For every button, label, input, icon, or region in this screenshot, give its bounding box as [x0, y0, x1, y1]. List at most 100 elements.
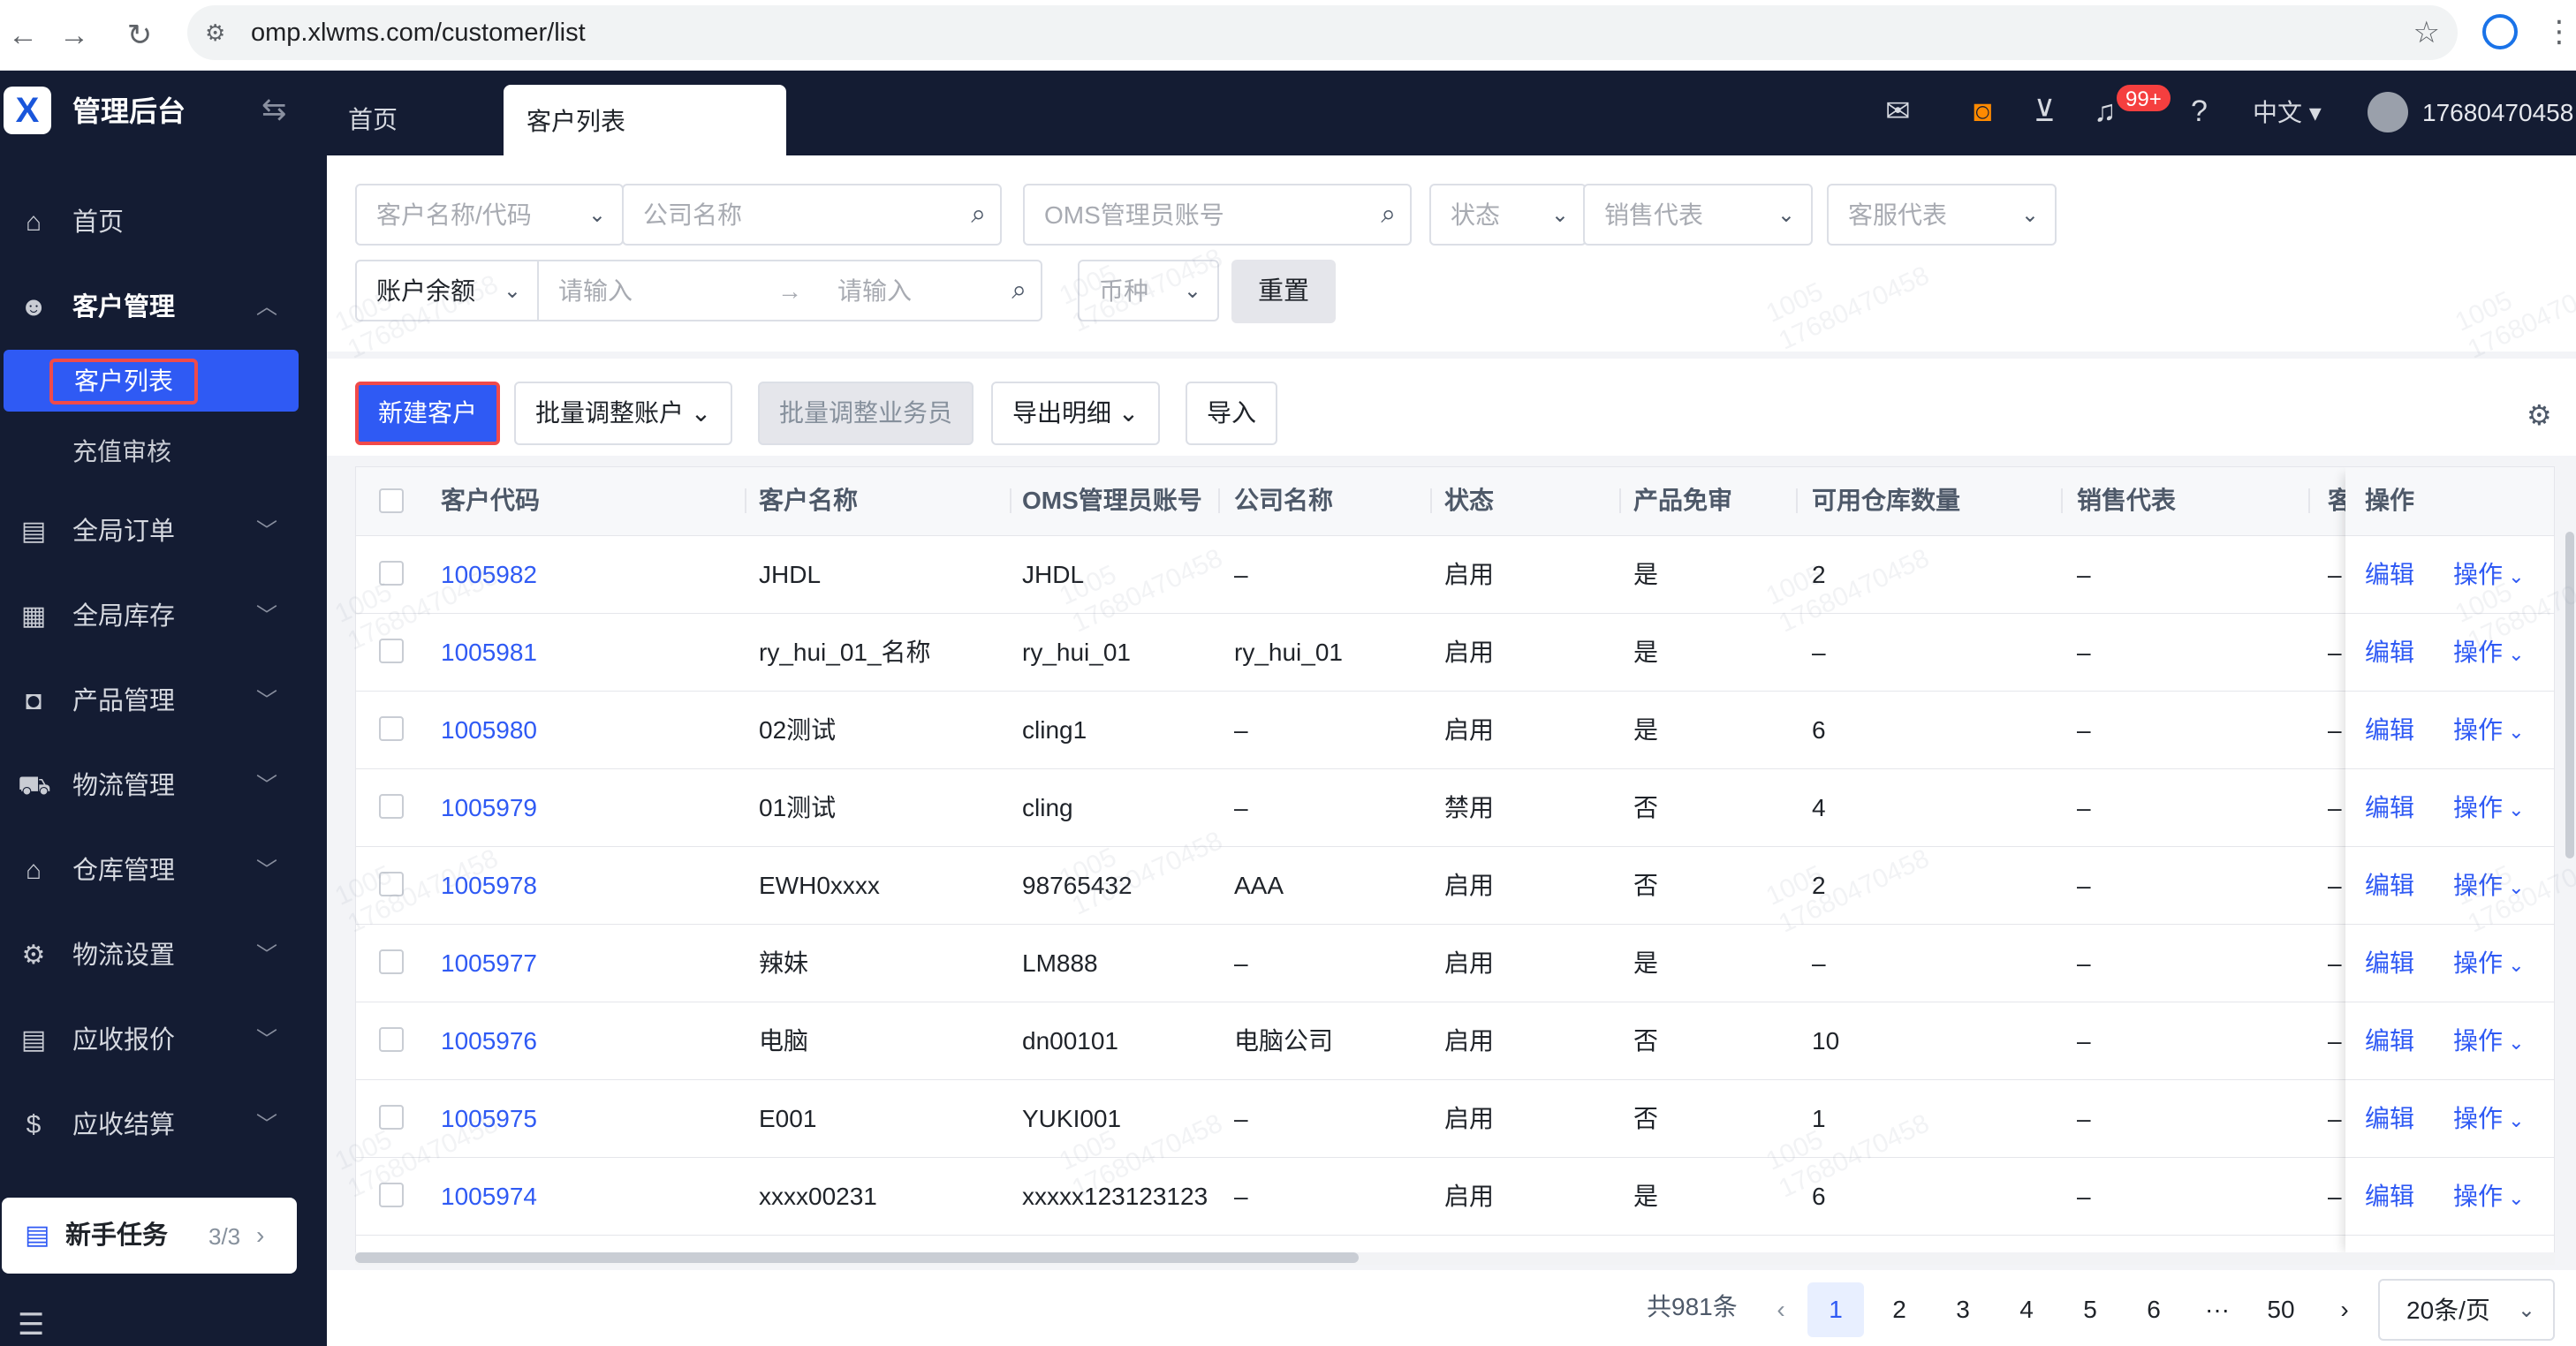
customer-code-link[interactable]: 1005982 [441, 557, 537, 593]
bookmark-star-icon[interactable]: ☆ [2413, 16, 2440, 49]
edit-link[interactable]: 编辑 [2365, 635, 2414, 670]
customer-code-link[interactable]: 1005976 [441, 1024, 537, 1059]
column-divider[interactable] [1218, 488, 1220, 513]
new-customer-button[interactable]: 新建客户 [355, 382, 501, 445]
address-bar[interactable]: ⚙ omp.xlwms.com/customer/list ☆ [187, 5, 2458, 60]
operations-dropdown[interactable]: 操作 ⌄ [2453, 868, 2525, 905]
sidebar-item-logistics[interactable]: ⛟ 物流管理 ﹀ [0, 754, 327, 818]
customer-code-link[interactable]: 1005974 [441, 1179, 537, 1214]
page-5[interactable]: 5 [2062, 1282, 2118, 1337]
sidebar-item-receivable-settlement[interactable]: $ 应收结算 ﹀ [0, 1093, 327, 1157]
site-settings-icon[interactable]: ⚙ [205, 18, 235, 48]
export-details-button[interactable]: 导出明细 ⌄ [991, 382, 1161, 445]
reload-icon[interactable]: ↻ [117, 12, 163, 58]
customer-select[interactable]: 客户名称/代码 ⌄ [355, 184, 624, 246]
bell-icon[interactable]: ♫ [2094, 92, 2117, 131]
sidebar-item-logistics-settings[interactable]: ⚙ 物流设置 ﹀ [0, 924, 327, 987]
column-header[interactable]: OMS管理员账号 [1022, 483, 1202, 518]
sidebar-item-customers[interactable]: ☻ 客户管理 ︿ [0, 276, 327, 339]
search-icon[interactable]: ⌕ [971, 196, 986, 233]
column-header[interactable]: 销售代表 [2077, 483, 2176, 518]
forward-icon[interactable]: → [51, 12, 97, 58]
company-search-input[interactable]: 公司名称 ⌕ [622, 184, 1002, 246]
import-button[interactable]: 导入 [1186, 382, 1278, 445]
balance-type-select[interactable]: 账户余额 ⌄ [355, 260, 539, 321]
edit-link[interactable]: 编辑 [2365, 1179, 2414, 1214]
row-checkbox[interactable] [379, 872, 404, 896]
column-divider[interactable] [1796, 488, 1798, 513]
sidebar-item-inventory[interactable]: ▦ 全局库存 ﹀ [0, 585, 327, 648]
page-size-select[interactable]: 20条/页 ⌄ [2378, 1279, 2555, 1341]
page-ellipsis[interactable]: ··· [2189, 1282, 2246, 1337]
operations-dropdown[interactable]: 操作 ⌄ [2453, 946, 2525, 983]
username[interactable]: 17680470458 [2422, 95, 2573, 131]
operations-dropdown[interactable]: 操作 ⌄ [2453, 790, 2525, 828]
edit-link[interactable]: 编辑 [2365, 713, 2414, 748]
language-selector[interactable]: 中文 ▾ [2253, 95, 2322, 131]
help-icon[interactable]: ? [2191, 92, 2208, 131]
sidebar-subitem-recharge-review[interactable]: 充值审核 [0, 420, 327, 482]
url-text[interactable]: omp.xlwms.com/customer/list [251, 16, 586, 49]
sidebar-item-receivable-quote[interactable]: ▤ 应收报价 ﹀ [0, 1009, 327, 1072]
row-checkbox[interactable] [379, 949, 404, 974]
sales-rep-select[interactable]: 销售代表 ⌄ [1583, 184, 1813, 246]
search-icon[interactable]: ⌕ [1011, 272, 1027, 309]
browser-profile-icon[interactable] [2482, 14, 2518, 49]
next-page-icon[interactable]: › [2316, 1282, 2373, 1337]
column-header[interactable]: 产品免审 [1633, 483, 1732, 518]
horizontal-scrollbar-thumb[interactable] [355, 1252, 1359, 1263]
balance-range-input[interactable]: 请输入 → 请输入 ⌕ [537, 260, 1042, 321]
tab-customer-list[interactable]: 客户列表 [504, 85, 786, 155]
avatar[interactable] [2368, 92, 2408, 132]
row-checkbox[interactable] [379, 794, 404, 819]
edit-link[interactable]: 编辑 [2365, 790, 2414, 826]
page-4[interactable]: 4 [1998, 1282, 2055, 1337]
column-header[interactable]: 可用仓库数量 [1812, 483, 1960, 518]
sidebar-item-products[interactable]: ◘ 产品管理 ﹀ [0, 669, 327, 733]
sidebar-item-warehouse[interactable]: ⌂ 仓库管理 ﹀ [0, 839, 327, 903]
column-divider[interactable] [1010, 488, 1011, 513]
sidebar-item-orders[interactable]: ▤ 全局订单 ﹀ [0, 500, 327, 563]
customer-code-link[interactable]: 1005979 [441, 790, 537, 826]
download-icon[interactable]: ⊻ [2034, 92, 2056, 131]
page-6[interactable]: 6 [2125, 1282, 2182, 1337]
customer-code-link[interactable]: 1005980 [441, 713, 537, 748]
column-settings-icon[interactable]: ⚙ [2527, 399, 2552, 431]
min-input[interactable]: 请输入 [558, 274, 633, 309]
operations-dropdown[interactable]: 操作 ⌄ [2453, 1101, 2525, 1138]
sidebar-item-home[interactable]: ⌂ 首页 [0, 191, 327, 254]
page-50[interactable]: 50 [2253, 1282, 2309, 1337]
operations-dropdown[interactable]: 操作 ⌄ [2453, 557, 2525, 594]
page-3[interactable]: 3 [1935, 1282, 1991, 1337]
sidebar-collapse-icon[interactable]: ⇆ [261, 92, 287, 127]
column-divider[interactable] [1430, 488, 1432, 513]
oms-account-search-input[interactable]: OMS管理员账号 ⌕ [1023, 184, 1412, 246]
edit-link[interactable]: 编辑 [2365, 868, 2414, 904]
reset-button[interactable]: 重置 [1231, 260, 1336, 323]
back-icon[interactable]: ← [0, 12, 46, 58]
customer-code-link[interactable]: 1005975 [441, 1101, 537, 1137]
max-input[interactable]: 请输入 [837, 274, 912, 309]
column-header[interactable]: 客户代码 [441, 483, 540, 518]
customer-code-link[interactable]: 1005978 [441, 868, 537, 904]
column-header[interactable]: 公司名称 [1234, 483, 1333, 518]
customer-code-link[interactable]: 1005981 [441, 635, 537, 670]
page-2[interactable]: 2 [1871, 1282, 1928, 1337]
row-checkbox[interactable] [379, 716, 404, 741]
customer-code-link[interactable]: 1005977 [441, 946, 537, 981]
row-checkbox[interactable] [379, 1183, 404, 1207]
status-select[interactable]: 状态 ⌄ [1429, 184, 1587, 246]
column-divider[interactable] [2308, 488, 2310, 513]
edit-link[interactable]: 编辑 [2365, 946, 2414, 981]
robot-icon[interactable]: ◙ [1974, 92, 1992, 131]
vertical-scrollbar-thumb[interactable] [2565, 532, 2574, 858]
column-header[interactable]: 状态 [1444, 483, 1494, 518]
menu-fold-icon[interactable]: ☰ [18, 1309, 44, 1341]
prev-page-icon[interactable]: ‹ [1753, 1282, 1809, 1337]
column-header[interactable]: 客户名称 [759, 483, 858, 518]
row-checkbox[interactable] [379, 639, 404, 663]
batch-adjust-account-button[interactable]: 批量调整账户 ⌄ [514, 382, 733, 445]
column-divider[interactable] [2061, 488, 2063, 513]
sidebar-subitem-customer-list[interactable]: 客户列表 [4, 350, 299, 412]
operations-dropdown[interactable]: 操作 ⌄ [2453, 713, 2525, 750]
